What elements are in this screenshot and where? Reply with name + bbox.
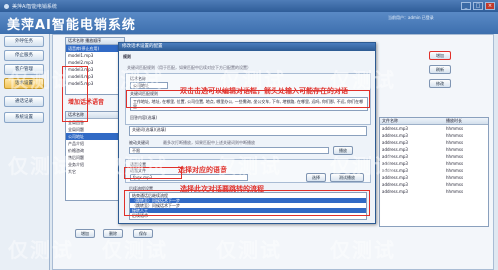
select-voice-button[interactable]: 选择: [306, 173, 326, 182]
maximize-button[interactable]: □: [473, 2, 483, 10]
dialog-title: 修改话术设置的配置: [119, 43, 375, 51]
judge-value: 最多次打断播放，如果匹配中上述关键词则中断播放: [163, 140, 255, 145]
table-row[interactable]: address.mp3 hhmmss: [380, 153, 488, 160]
table-row[interactable]: address.mp3 hhmmss: [380, 167, 488, 174]
table-row[interactable]: 语音库(停止应用): [66, 45, 124, 52]
table-row[interactable]: address.mp3 hhmmss: [380, 188, 488, 195]
annotation-select-flow: 选择此次对话要跳转的流程: [180, 185, 264, 193]
window-title: 美萍AI智能电销系统: [12, 3, 57, 10]
edit-button[interactable]: 修改: [429, 79, 451, 88]
rule-tip: 关键词匹配规则（用于匹配，如果匹配中后续对应下方已配置的设置）: [127, 65, 251, 70]
sidebar-item-tasks[interactable]: 外呼任务: [4, 36, 44, 47]
app-icon: [4, 3, 9, 9]
table-row[interactable]: 价格咨询: [66, 147, 124, 154]
delete-script-button[interactable]: 删除: [103, 229, 123, 238]
minimize-button[interactable]: _: [461, 2, 471, 10]
section-title: 规则: [123, 54, 131, 59]
table-header: 话术名称 播放顺序: [66, 38, 124, 45]
add-script-button[interactable]: 增加: [75, 229, 95, 238]
app-title: 美萍AI智能电销系统: [7, 18, 136, 33]
judge-label: 被动关键词: [129, 140, 149, 145]
sidebar-item-settings[interactable]: 系统设置: [4, 112, 44, 123]
add-voice-button[interactable]: 增加: [429, 51, 451, 60]
script-list-table: 话术名称 全局回答 全局问题 公司地址 产品介绍 价格咨询 售后问题 业务介绍 …: [65, 111, 125, 201]
window-titlebar: 美萍AI智能电销系统 _ □ ×: [0, 0, 498, 12]
user-info: 当前用户：admin 已登录: [388, 15, 434, 20]
table-row[interactable]: 产品介绍: [66, 140, 124, 147]
table-row[interactable]: 其它: [66, 168, 124, 175]
annotation-edit-dialog: 双击击选可以编辑对话框，箭头处输入可能存在的对话: [180, 87, 348, 95]
test-play-button[interactable]: 测试播放: [330, 173, 364, 182]
repeat-field[interactable]: 不限: [129, 147, 329, 154]
col-duration: 播放时长: [446, 118, 462, 123]
sidebar: 外呼任务 停止服务 客户管理 话术设置 通话记录 系统设置: [0, 34, 50, 270]
script-name-field[interactable]: 公司地址: [130, 82, 168, 89]
table-row[interactable]: model1.mp3: [66, 52, 124, 59]
annotation-add-voice: 增加话术语音: [68, 99, 105, 106]
table-row[interactable]: address.mp3 hhmmss: [380, 125, 488, 132]
sidebar-item-customers[interactable]: 客户管理: [4, 64, 44, 75]
table-row[interactable]: 公司地址: [66, 133, 124, 140]
annotation-box-voicefile: [124, 167, 182, 179]
table-row[interactable]: model2.mp3: [66, 59, 124, 66]
table-row[interactable]: address.mp3 hhmmss: [380, 132, 488, 139]
annotation-box-voice: [62, 66, 88, 122]
refresh-button[interactable]: 刷新: [429, 65, 451, 74]
play-button[interactable]: 播放: [333, 146, 353, 155]
sidebar-item-scripts[interactable]: 话术设置: [4, 78, 44, 89]
table-row[interactable]: 业务介绍: [66, 161, 124, 168]
table-header: 文件名称 播放时长: [380, 118, 488, 125]
table-row[interactable]: address.mp3 hhmmss: [380, 139, 488, 146]
annotation-select-voice: 选择对应的语音: [178, 166, 227, 174]
col-filename: 文件名称: [382, 118, 398, 123]
voice-file-table: 文件名称 播放时长 address.mp3 hhmmss address.mp3 h…: [379, 117, 489, 227]
table-row[interactable]: address.mp3 hhmmss: [380, 181, 488, 188]
answer-label: 回答内容(选填): [130, 115, 158, 120]
sidebar-item-stop[interactable]: 停止服务: [4, 50, 44, 61]
table-row[interactable]: 全局问题: [66, 126, 124, 133]
answer-field[interactable]: 关键词(选填)(选填): [129, 126, 367, 136]
close-button[interactable]: ×: [485, 2, 495, 10]
table-row[interactable]: address.mp3 hhmmss: [380, 146, 488, 153]
save-script-button[interactable]: 保存: [133, 229, 153, 238]
sidebar-item-records[interactable]: 通话记录: [4, 96, 44, 107]
table-row[interactable]: 售后问题: [66, 154, 124, 161]
table-row[interactable]: address.mp3 hhmmss: [380, 174, 488, 181]
table-row[interactable]: address.mp3 hhmmss: [380, 160, 488, 167]
